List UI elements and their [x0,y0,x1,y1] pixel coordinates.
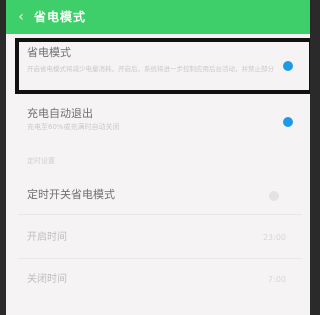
on-time-row: 开启时间 23:00 [6,220,310,256]
auto-exit-title: 充电自动退出 [27,107,93,120]
section-label: 定时设置 [27,157,55,165]
title-bar: ‹ 省电模式 [6,0,310,34]
on-time-value: 23:00 [262,233,286,242]
auto-exit-toggle[interactable] [283,117,293,127]
highlight-box [15,38,310,94]
auto-exit-subtitle: 充电至60%或充满时自动关闭 [27,123,120,131]
chevron-left-icon[interactable]: ‹ [12,8,30,26]
divider [18,214,302,215]
page-title: 省电模式 [34,10,87,24]
settings-screen: ‹ 省电模式 省电模式 开启省电模式将减少电量消耗，开启后，系统将进一步控制应用… [6,0,310,315]
scheduled-title: 定时开关省电模式 [27,188,115,201]
off-time-value: 7:00 [268,275,286,284]
on-time-label: 开启时间 [27,232,67,243]
scheduled-row[interactable]: 定时开关省电模式 [6,178,310,214]
auto-exit-row[interactable]: 充电自动退出 充电至60%或充满时自动关闭 [6,100,310,140]
divider [18,258,302,259]
off-time-row: 关闭时间 7:00 [6,262,310,298]
scheduled-toggle[interactable] [269,191,279,201]
off-time-label: 关闭时间 [27,274,67,285]
